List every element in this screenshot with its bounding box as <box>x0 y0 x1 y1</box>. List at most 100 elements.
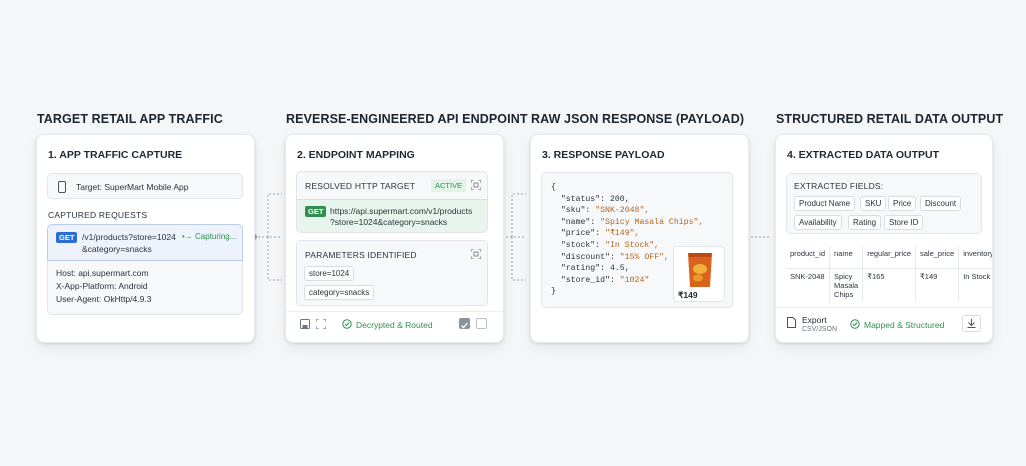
json-value: "1024" <box>619 275 650 285</box>
download-icon <box>967 319 976 328</box>
json-brace: { <box>551 183 556 192</box>
header-platform: X-App-Platform: Android <box>56 281 148 291</box>
json-key: "sku": <box>551 206 596 216</box>
json-value: "Spicy Masala Chips", <box>600 217 704 227</box>
resolved-target-label: RESOLVED HTTP TARGET <box>305 181 416 191</box>
request-url-line1: /v1/products?store=1024 <box>82 232 176 242</box>
table-header: inventory_status <box>958 246 992 269</box>
mapped-status: Mapped & Structured <box>864 320 945 330</box>
target-app-label: Target: SuperMart Mobile App <box>76 182 189 192</box>
card-endpoint-mapping: 2. ENDPOINT MAPPING RESOLVED HTTP TARGET… <box>285 134 504 343</box>
json-key: "rating": <box>551 264 610 274</box>
json-value: 200, <box>609 194 630 204</box>
field-chip-rating: Rating <box>848 215 882 230</box>
capturing-arrow-icon: •→ <box>182 232 196 241</box>
export-label[interactable]: Export <box>802 315 827 325</box>
card-extracted-output: 4. EXTRACTED DATA OUTPUT EXTRACTED FIELD… <box>775 134 993 343</box>
card-title: 3. RESPONSE PAYLOAD <box>542 149 665 161</box>
check-circle-icon <box>342 319 352 329</box>
request-url-line2: &category=snacks <box>82 244 152 254</box>
json-value: "15% OFF", <box>619 252 669 262</box>
json-key: "name": <box>551 217 601 227</box>
capturing-status: •→ Capturing... <box>182 232 236 241</box>
table-cell: ₹165 <box>862 268 916 302</box>
table-header-row: product_id name regular_price sale_price… <box>786 246 992 269</box>
json-key: "discount": <box>551 252 620 262</box>
request-row[interactable]: GET /v1/products?store=1024 &category=sn… <box>47 224 243 261</box>
export-format: CSV/JSON <box>802 326 838 333</box>
json-line: "price": "₹149", <box>551 228 703 240</box>
table-row[interactable]: SNK-2048 Spicy Masala Chips ₹165 ₹149 In… <box>786 268 992 302</box>
json-key: "stock": <box>551 240 606 250</box>
extracted-fields-label: EXTRACTED FIELDS: <box>794 181 884 191</box>
card-footer-divider <box>776 307 992 308</box>
json-payload-box: { "status": 200, "sku": "SNK-2048", "nam… <box>541 172 733 308</box>
field-chip-availability: Availability <box>794 215 842 230</box>
json-line: "name": "Spicy Masala Chips", <box>551 217 704 229</box>
get-method-badge: GET <box>56 232 78 243</box>
resolved-url-line2: ?store=1024&category=snacks <box>330 217 448 227</box>
param-chip-category: category=snacks <box>304 285 375 300</box>
checkbox-unchecked[interactable] <box>476 318 487 329</box>
card-title: 2. ENDPOINT MAPPING <box>297 149 415 161</box>
card-footer-divider <box>286 311 503 312</box>
download-button[interactable] <box>962 315 981 332</box>
table-header: name <box>829 246 864 269</box>
phone-icon <box>58 181 66 193</box>
get-method-badge: GET <box>305 206 327 217</box>
field-chip-discount: Discount <box>920 196 962 211</box>
decrypted-status: Decrypted & Routed <box>356 320 433 330</box>
json-brace: } <box>551 287 556 297</box>
resolved-url-line1: https://api.supermart.com/v1/products <box>330 206 473 216</box>
header-host: Host: api.supermart.com <box>56 268 149 278</box>
scan-icon[interactable] <box>316 319 326 329</box>
table-cell: SNK-2048 <box>786 268 831 302</box>
active-badge: ACTIVE <box>431 179 467 192</box>
json-line: { <box>551 182 703 194</box>
json-value: "SNK-2048", <box>595 206 650 216</box>
field-chip-product-name: Product Name <box>794 196 856 211</box>
json-key: "price": <box>551 229 606 239</box>
scan-icon[interactable] <box>471 180 481 190</box>
extracted-fields-box: EXTRACTED FIELDS: Product Name SKU Price… <box>786 173 982 234</box>
target-app-box: Target: SuperMart Mobile App <box>47 173 243 199</box>
param-chip-store: store=1024 <box>304 266 355 281</box>
product-price: ₹149 <box>678 290 698 300</box>
table-header: regular_price <box>862 246 916 269</box>
json-value: 4.5, <box>609 264 630 274</box>
json-key: "store_id": <box>551 275 620 285</box>
save-icon[interactable] <box>300 319 310 329</box>
field-chip-price: Price <box>888 196 917 211</box>
field-chip-sku: SKU <box>860 196 887 211</box>
table-cell: In Stock <box>958 268 992 302</box>
check-icon <box>461 322 468 329</box>
json-line: "status": 200, <box>551 194 703 206</box>
json-value: "In Stock", <box>605 240 660 250</box>
card-response-payload: 3. RESPONSE PAYLOAD { "status": 200, "sk… <box>530 134 749 343</box>
table-header: sale_price <box>915 246 960 269</box>
product-thumbnail: ₹149 <box>673 246 725 302</box>
card-title: 1. APP TRAFFIC CAPTURE <box>48 149 183 161</box>
output-table: product_id name regular_price sale_price… <box>786 246 992 302</box>
card-title: 4. EXTRACTED DATA OUTPUT <box>787 149 940 161</box>
field-chip-store-id: Store ID <box>884 215 924 230</box>
json-value: "₹149", <box>605 229 640 239</box>
parameters-box: PARAMETERS IDENTIFIED store=1024 categor… <box>296 240 488 306</box>
table-header: product_id <box>786 246 831 269</box>
card-app-traffic-capture: 1. APP TRAFFIC CAPTURE Target: SuperMart… <box>36 134 255 343</box>
header-user-agent: User-Agent: OkHttp/4.9.3 <box>56 294 152 304</box>
checkbox-checked[interactable] <box>459 318 470 329</box>
chips-packet-icon <box>688 253 712 287</box>
table-cell: ₹149 <box>915 268 960 302</box>
parameters-label: PARAMETERS IDENTIFIED <box>305 250 417 260</box>
json-key: "status": <box>551 194 610 204</box>
captured-requests-label: CAPTURED REQUESTS <box>48 210 148 220</box>
check-circle-icon <box>850 319 860 329</box>
file-icon <box>787 317 796 328</box>
resolved-target-box: RESOLVED HTTP TARGET ACTIVE GET https://… <box>296 171 488 233</box>
request-headers: Host: api.supermart.com X-App-Platform: … <box>47 261 243 315</box>
resolved-url-row[interactable]: GET https://api.supermart.com/v1/product… <box>297 199 487 232</box>
scan-icon[interactable] <box>471 249 481 259</box>
json-line: "sku": "SNK-2048", <box>551 205 703 217</box>
capturing-status-text: Capturing... <box>195 232 237 241</box>
